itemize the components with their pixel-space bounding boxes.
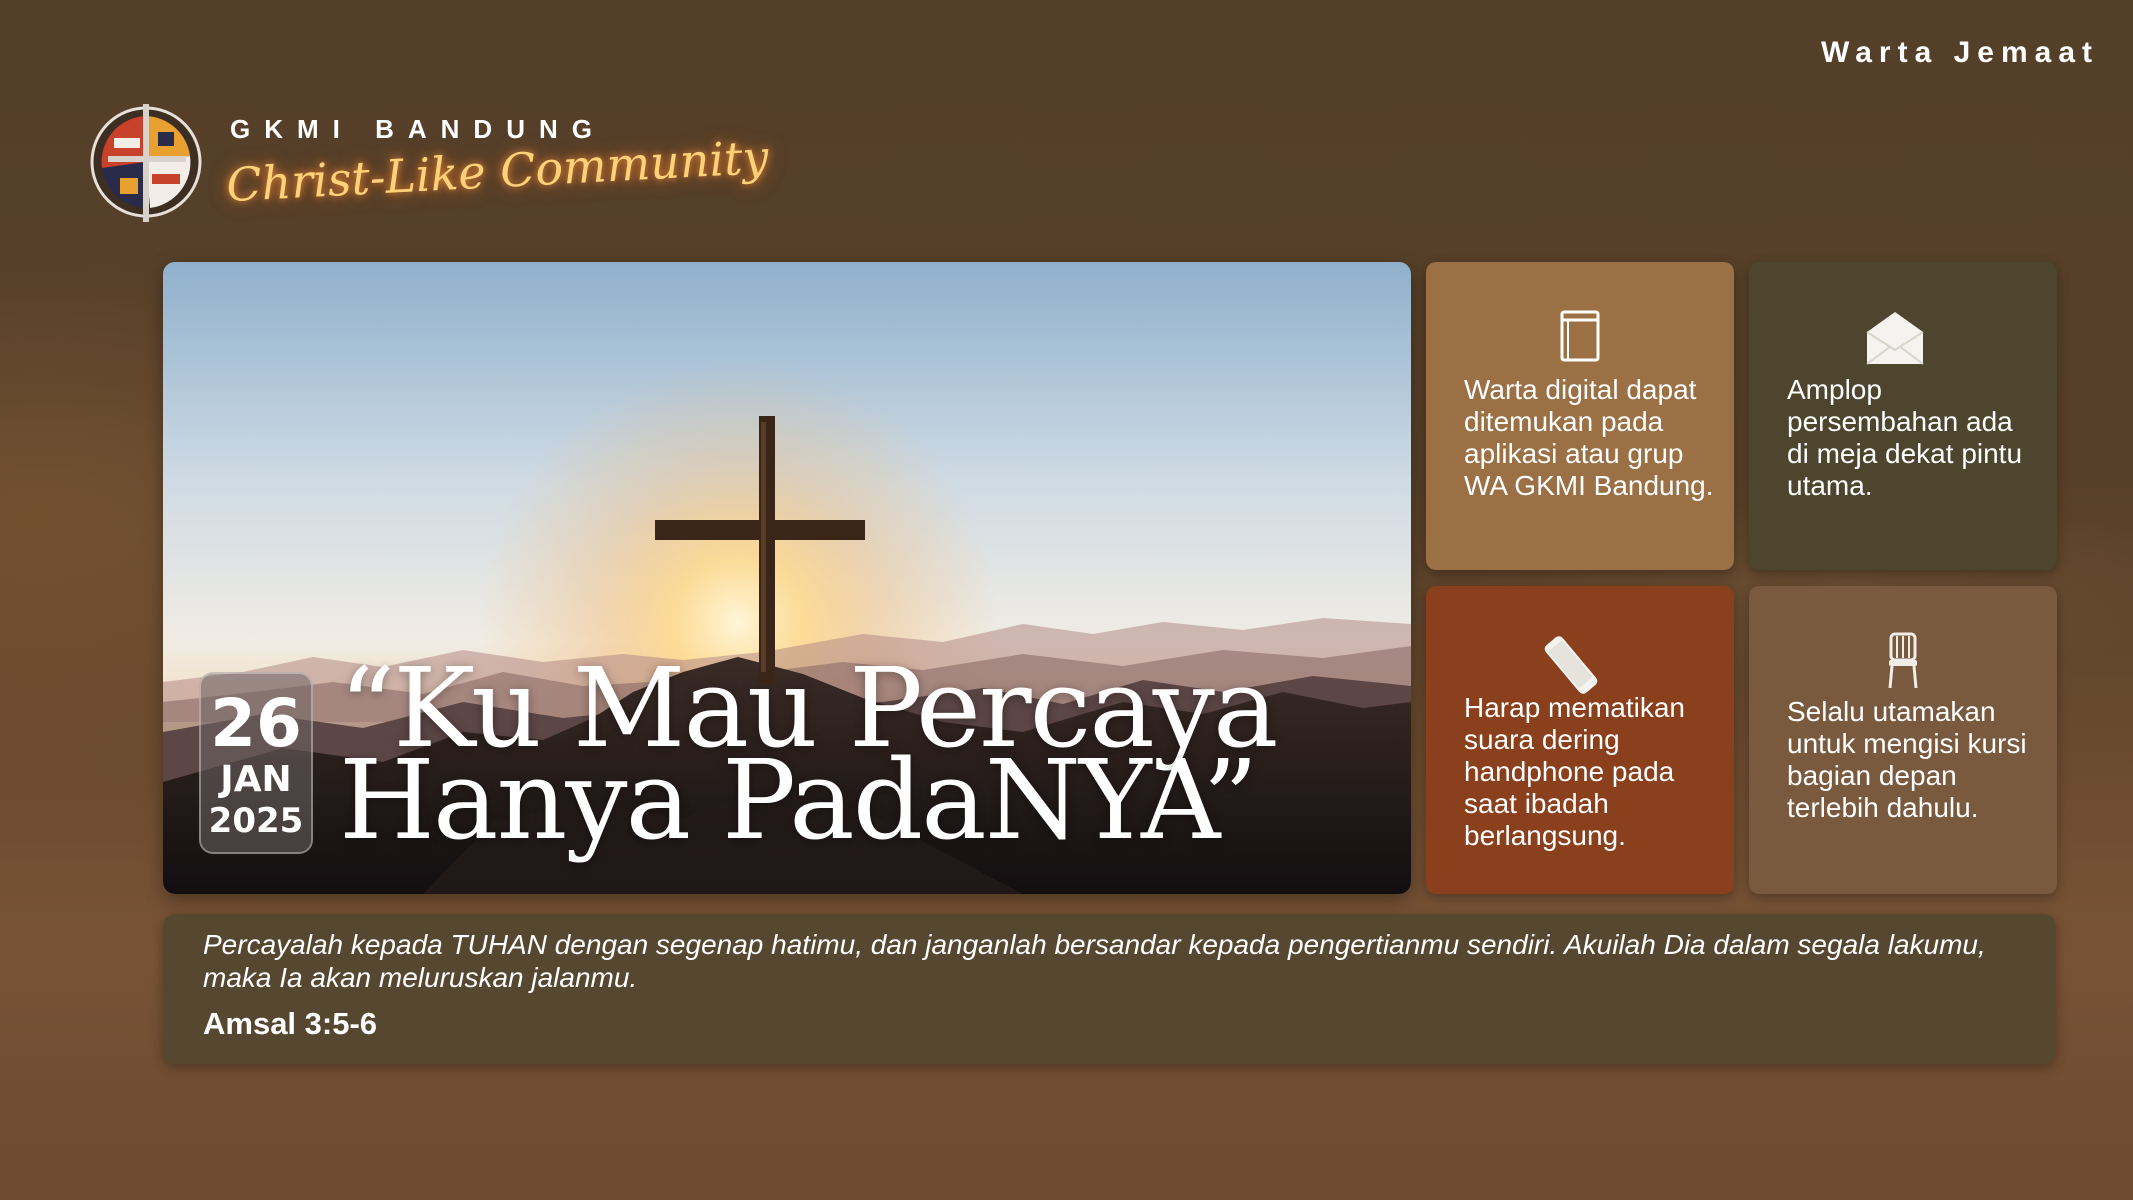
chair-icon: [1888, 632, 1918, 689]
date-month: JAN: [220, 759, 292, 800]
info-tile-silence-phone: Harap mematikan suara dering handphone p…: [1426, 586, 1734, 894]
book-icon: [1560, 310, 1600, 362]
info-tile-text: Amplop persembahan ada di meja dekat pin…: [1787, 374, 2023, 501]
bible-verse-text: Percayalah kepada TUHAN dengan segenap h…: [203, 929, 1986, 993]
church-logo: GKMI BANDUNG Christ-Like Community: [88, 98, 770, 228]
info-tile-front-seats: Selalu utamakan untuk mengisi kursi bagi…: [1749, 586, 2057, 894]
envelope-icon: [1866, 312, 1924, 365]
date-day: 26: [210, 685, 302, 762]
date-badge: 26 JAN 2025: [199, 672, 313, 854]
info-tile-text: Harap mematikan suara dering handphone p…: [1464, 692, 1685, 851]
hero-banner: 26 JAN 2025 “Ku Mau Percaya Hanya PadaNY…: [163, 262, 1411, 894]
sermon-title-line-2: Hanya PadaNYA”: [339, 736, 1259, 864]
bible-verse-panel: Percayalah kepada TUHAN dengan segenap h…: [163, 914, 2056, 1064]
info-tile-digital-bulletin: Warta digital dapat ditemukan pada aplik…: [1426, 262, 1734, 570]
info-tile-offering-envelope: Amplop persembahan ada di meja dekat pin…: [1749, 262, 2057, 570]
info-tile-text: Selalu utamakan untuk mengisi kursi bagi…: [1787, 696, 2027, 823]
sermon-title: “Ku Mau Percaya Hanya PadaNYA”: [339, 653, 1399, 864]
church-emblem-icon: [90, 104, 202, 222]
date-year: 2025: [208, 801, 304, 841]
page-title: Warta Jemaat: [1821, 36, 2099, 69]
bible-verse-reference: Amsal 3:5-6: [203, 1006, 378, 1041]
phone-icon: [1544, 636, 1598, 694]
info-tile-text: Warta digital dapat ditemukan pada aplik…: [1464, 374, 1714, 501]
